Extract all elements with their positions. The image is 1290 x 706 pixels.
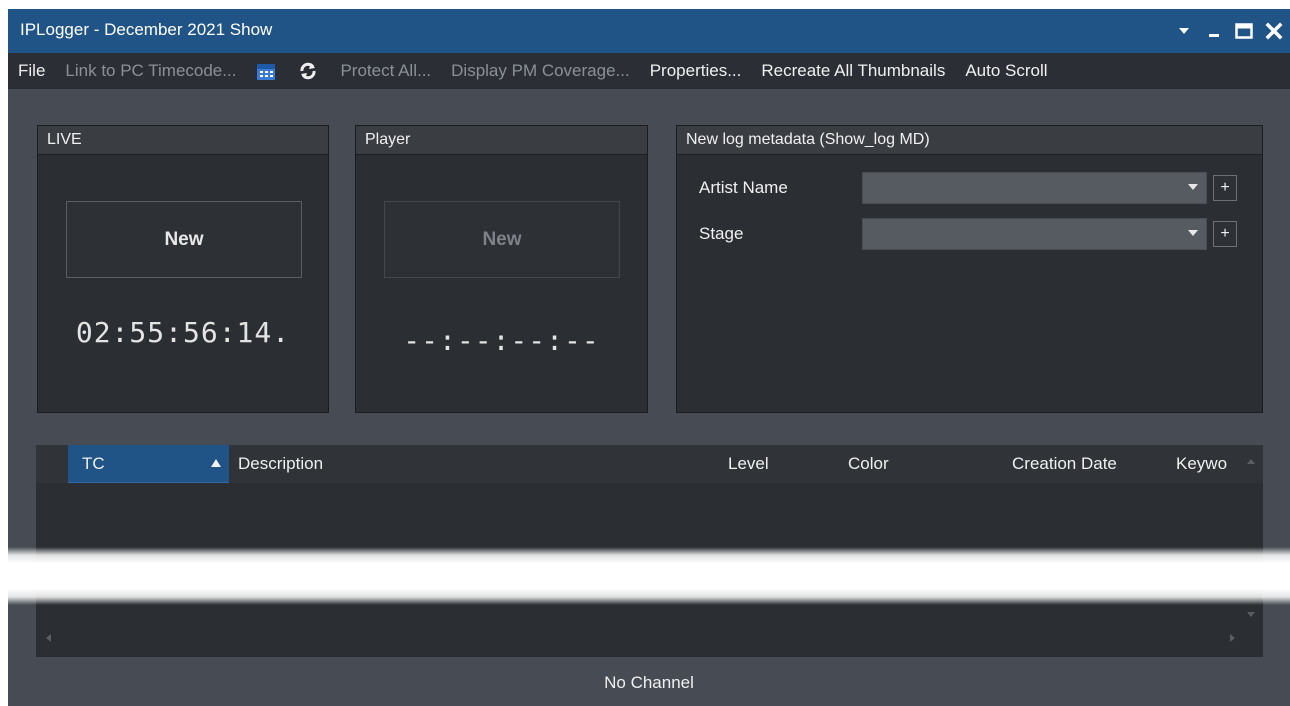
metadata-panel: New log metadata (Show_log MD) Artist Na… — [676, 125, 1263, 413]
artist-name-label: Artist Name — [699, 178, 788, 197]
column-creation-date[interactable]: Creation Date — [1012, 445, 1117, 483]
metadata-panel-header: New log metadata (Show_log MD) — [677, 126, 1262, 155]
stage-add-button[interactable]: + — [1213, 221, 1237, 247]
minimize-icon[interactable] — [1204, 21, 1224, 41]
grid-header: TC Description Level Color Creation Date… — [36, 445, 1263, 483]
chevron-down-icon — [1188, 230, 1198, 236]
column-description[interactable]: Description — [238, 445, 323, 483]
live-panel-header: LIVE — [38, 126, 328, 155]
metadata-row-artist: Artist Name + — [699, 172, 1259, 204]
live-timecode: 02:55:56:14. — [75, 316, 291, 349]
menu-protect-all[interactable]: Protect All... — [340, 61, 431, 81]
scroll-left-icon[interactable] — [46, 634, 51, 642]
scroll-up-icon[interactable] — [1247, 459, 1255, 464]
menu-display-pm-coverage[interactable]: Display PM Coverage... — [451, 61, 630, 81]
player-panel-header: Player — [356, 126, 647, 155]
window-controls — [1174, 21, 1284, 41]
column-tc-label: TC — [82, 453, 105, 473]
calendar-icon[interactable] — [256, 61, 276, 81]
close-icon[interactable] — [1264, 21, 1284, 41]
menu-link-pc-timecode[interactable]: Link to PC Timecode... — [65, 61, 236, 81]
live-new-button[interactable]: New — [66, 201, 302, 278]
menu-recreate-thumbnails[interactable]: Recreate All Thumbnails — [761, 61, 945, 81]
player-new-button[interactable]: New — [384, 201, 620, 278]
scroll-down-icon[interactable] — [1247, 612, 1255, 617]
stage-label: Stage — [699, 224, 744, 243]
chevron-down-icon — [1188, 184, 1198, 190]
player-timecode: --:--:--:-- — [403, 324, 600, 357]
menu-auto-scroll[interactable]: Auto Scroll — [965, 61, 1047, 81]
column-color[interactable]: Color — [848, 445, 889, 483]
screen-glare — [0, 547, 1290, 605]
scroll-right-icon[interactable] — [1230, 634, 1235, 642]
column-tc[interactable]: TC — [68, 445, 229, 483]
dropdown-icon[interactable] — [1174, 21, 1194, 41]
live-panel: LIVE New 02:55:56:14. — [37, 125, 329, 413]
artist-name-select[interactable] — [862, 172, 1207, 204]
metadata-row-stage: Stage + — [699, 218, 1259, 250]
maximize-icon[interactable] — [1234, 21, 1254, 41]
title-bar[interactable]: IPLogger - December 2021 Show — [8, 9, 1290, 53]
menu-file[interactable]: File — [18, 61, 45, 81]
menu-properties[interactable]: Properties... — [650, 61, 742, 81]
column-level[interactable]: Level — [728, 445, 769, 483]
artist-name-add-button[interactable]: + — [1213, 175, 1237, 201]
sort-ascending-icon — [211, 459, 221, 467]
refresh-icon[interactable] — [298, 61, 318, 81]
player-panel: Player New --:--:--:-- — [355, 125, 648, 413]
stage-select[interactable] — [862, 218, 1207, 250]
menu-bar: File Link to PC Timecode... Protect All.… — [8, 53, 1290, 89]
window-title: IPLogger - December 2021 Show — [20, 20, 273, 39]
channel-status: No Channel — [604, 673, 694, 692]
column-keywords[interactable]: Keywo — [1176, 445, 1227, 483]
